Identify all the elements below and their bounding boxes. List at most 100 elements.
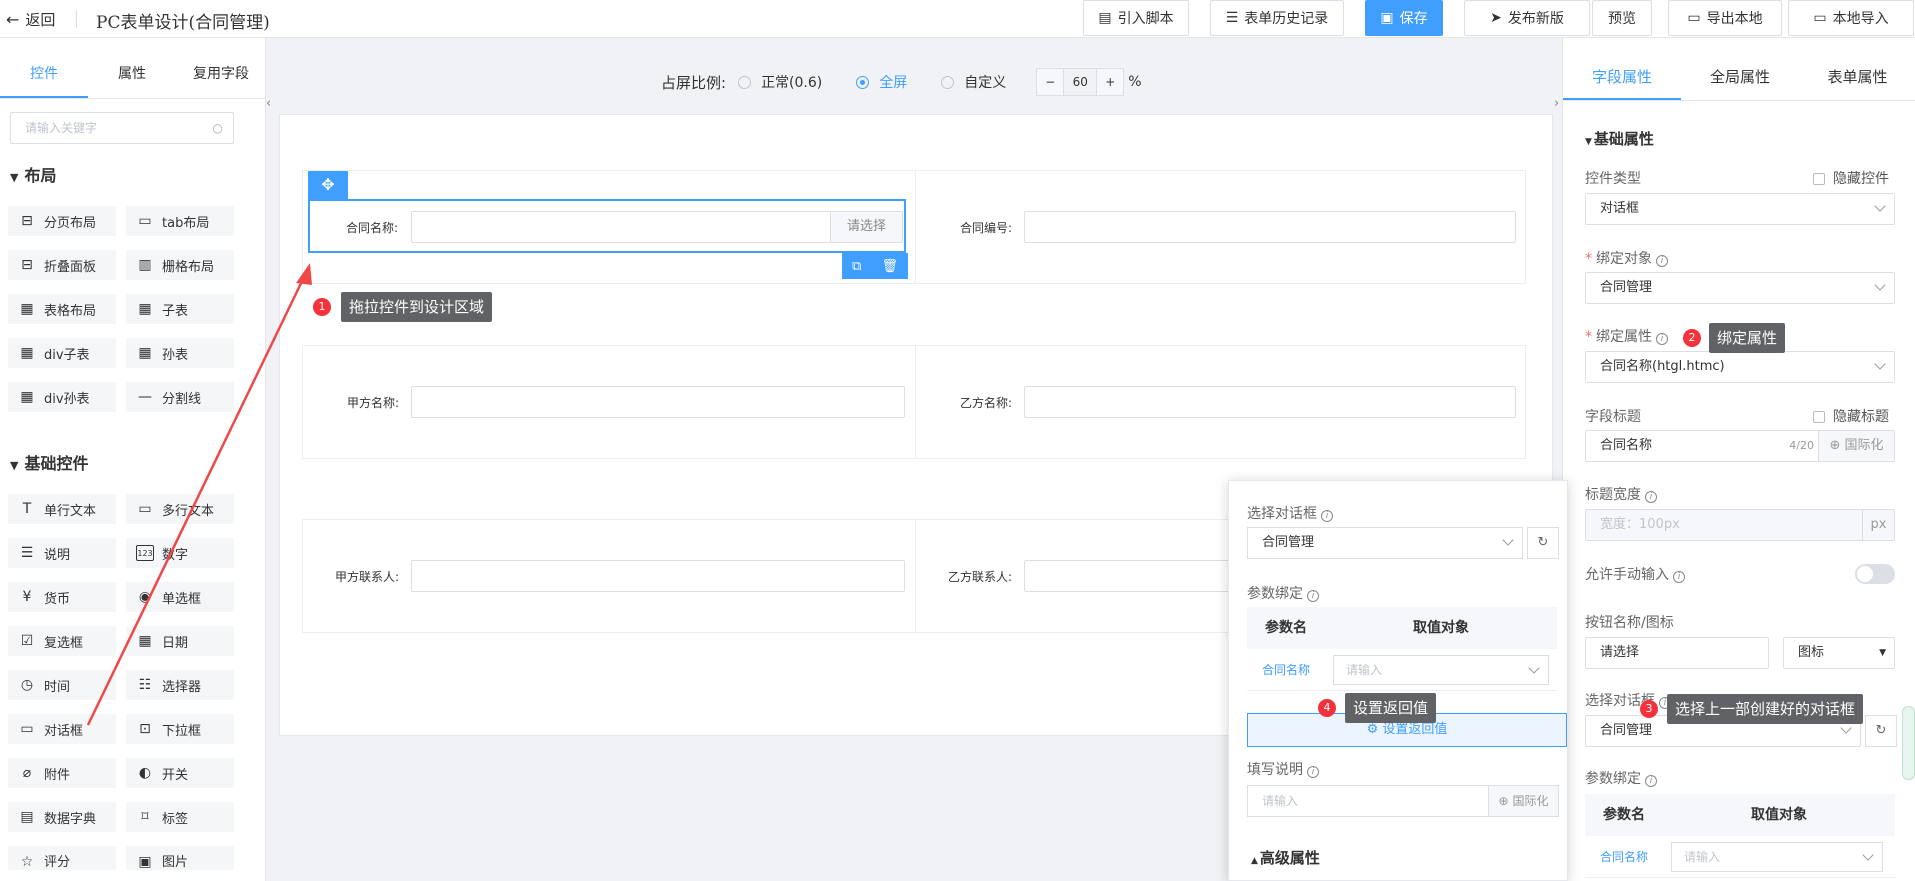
width-input[interactable]: 宽度：100px px (1585, 509, 1895, 541)
comp-tab-layout[interactable]: ▭ tab布局 (126, 206, 234, 236)
title-input[interactable]: 合同名称 4/20 ⊕ 国际化 (1585, 430, 1895, 462)
toggle-knob (1857, 566, 1873, 582)
gear-icon: ⚙ (1366, 722, 1379, 737)
dlg-label: 选择对话框 i (1585, 690, 1671, 710)
ratio-fullscreen[interactable]: 全屏 (856, 72, 907, 92)
bind-attr-select[interactable]: 合同名称(htgl.htmc) (1585, 351, 1895, 383)
popup-desc-input[interactable]: 请输入 ⊕ 国际化 (1247, 785, 1559, 817)
preview-button[interactable]: 预览 (1592, 0, 1652, 36)
popup-advanced[interactable]: ▲ 高级属性 (1251, 847, 1320, 868)
comp-page-layout[interactable]: ⊟ 分页布局 (8, 206, 116, 236)
party-b-name-input[interactable] (1024, 386, 1516, 418)
folder-tab-icon: ▭ (138, 213, 152, 229)
tooltip-drag: 拖拉控件到设计区域 (341, 292, 493, 322)
info-icon: i (1307, 766, 1319, 778)
trash-icon[interactable]: 🗑 (881, 259, 898, 274)
chevron-down-icon (1862, 849, 1874, 861)
publish-button[interactable]: ➤ 发布新版 (1464, 0, 1590, 36)
info-icon: i (1656, 255, 1668, 267)
scrollbar-thumb[interactable] (1902, 706, 1915, 780)
caret-up-icon: ▲ (1251, 856, 1258, 866)
param-row: 合同名称 请输入 (1585, 836, 1895, 878)
refresh-icon: ↻ (1875, 723, 1887, 738)
comp-tag[interactable]: ⌑ 标签 (126, 802, 234, 832)
comp-data-dict[interactable]: ▤ 数据字典 (8, 802, 116, 832)
save-button[interactable]: ▣ 保存 (1365, 0, 1443, 36)
param-value-select[interactable]: 请输入 (1671, 842, 1883, 872)
chevron-down-icon (1840, 722, 1852, 734)
type-select[interactable]: 对话框 (1585, 193, 1895, 225)
tab-field-props[interactable]: 字段属性 (1563, 54, 1681, 100)
tab-global-props[interactable]: 全局属性 (1681, 54, 1799, 100)
divider (76, 10, 77, 28)
manual-toggle[interactable] (1855, 564, 1895, 584)
tab-form-props[interactable]: 表单属性 (1799, 54, 1915, 100)
popup-dialog-select[interactable]: 合同管理 (1247, 527, 1523, 559)
btn-name-input[interactable]: 请选择 (1585, 637, 1769, 669)
zoom-value[interactable]: 60 (1063, 69, 1098, 95)
chevron-down-icon (1874, 279, 1886, 291)
form-row: ✥ 合同名称: 请选择 ⧉ 🗑 合同编号: (302, 170, 1526, 284)
export-button[interactable]: ▭ 导出本地 (1668, 0, 1782, 36)
i18n-button[interactable]: ⊕ 国际化 (1818, 431, 1894, 461)
contract-number-input[interactable] (1024, 211, 1516, 243)
zoom-minus-button[interactable]: − (1037, 69, 1064, 95)
icon-select[interactable]: 图标 ▼ (1783, 637, 1895, 669)
document-icon: ☰ (20, 545, 34, 561)
copy-icon[interactable]: ⧉ (852, 259, 861, 274)
dialog-settings-popup: 选择对话框 i 合同管理 ↻ 参数绑定 i 参数名 取值对象 合同名称 请输入 ⚙ … (1228, 480, 1568, 881)
comp-image[interactable]: ▣ 图片 (126, 846, 234, 870)
back-button[interactable]: ← 返回 (6, 9, 55, 30)
popup-i18n-button[interactable]: ⊕ 国际化 (1488, 786, 1558, 816)
party-a-name-input[interactable] (411, 386, 905, 418)
contract-name-input[interactable]: 请选择 (411, 211, 903, 243)
right-panel: 字段属性 全局属性 表单属性 ▼ 基础属性 控件类型 隐藏控件 对话框 * 绑定对象… (1562, 38, 1915, 881)
zoom-plus-button[interactable]: + (1097, 69, 1124, 95)
tab-controls[interactable]: 控件 (0, 50, 88, 98)
select-button[interactable]: 请选择 (830, 212, 902, 242)
title-label: 字段标题 (1585, 409, 1641, 425)
table-icon: ▦ (20, 389, 34, 405)
comp-switch[interactable]: ◐ 开关 (126, 758, 234, 788)
tab-properties[interactable]: 属性 (88, 50, 176, 98)
text-icon: T (22, 501, 32, 517)
popup-refresh-button[interactable]: ↻ (1527, 527, 1559, 559)
section-layout[interactable]: ▼ 布局 (10, 162, 56, 186)
hide-ctrl-checkbox[interactable]: 隐藏控件 (1813, 168, 1889, 188)
zoom-unit: % (1128, 74, 1142, 90)
party-a-contact-input[interactable] (411, 560, 905, 592)
script-icon: ▤ (1098, 10, 1112, 26)
search-input[interactable]: 请输入关键字 ○ (10, 112, 234, 144)
section-basic-controls[interactable]: ▼ 基础控件 (10, 450, 88, 474)
clock-icon: ◷ (20, 677, 34, 693)
comp-rating[interactable]: ☆ 评分 (8, 846, 116, 870)
bookmark-icon: ⌑ (141, 809, 149, 825)
ratio-custom[interactable]: 自定义 (941, 72, 1006, 92)
yen-icon: ¥ (22, 589, 32, 605)
form-history-button[interactable]: ☰ 表单历史记录 (1210, 0, 1344, 36)
info-icon: i (1645, 491, 1657, 503)
tab-reuse-fields[interactable]: 复用字段 (176, 50, 265, 98)
zoom-stepper[interactable]: − 60 + (1036, 68, 1125, 96)
field-actions: ⧉ 🗑 (842, 253, 908, 279)
page-title: PC表单设计(合同管理) (96, 13, 270, 33)
comp-attachment[interactable]: ⌀ 附件 (8, 758, 116, 788)
chevron-down-icon (1502, 534, 1514, 546)
section-basic[interactable]: ▼ 基础属性 (1585, 128, 1654, 149)
bind-obj-select[interactable]: 合同管理 (1585, 272, 1895, 304)
popup-param-value[interactable]: 请输入 (1333, 655, 1549, 685)
import-script-button[interactable]: ▤ 引入脚本 (1083, 0, 1189, 36)
tooltip-set-return: 设置返回值 (1345, 693, 1437, 723)
checkbox-icon (1813, 173, 1825, 185)
refresh-button[interactable]: ↻ (1865, 715, 1897, 747)
move-handle[interactable]: ✥ (308, 171, 348, 199)
import-button[interactable]: ▭ 本地导入 (1788, 0, 1914, 36)
hide-title-checkbox[interactable]: 隐藏标题 (1813, 406, 1889, 426)
bind-attr-label: * 绑定属性 i (1585, 326, 1668, 346)
collapse-right-icon[interactable]: › (1554, 96, 1559, 111)
tooltip-select-dialog: 选择上一部创建好的对话框 (1667, 694, 1864, 724)
ratio-normal[interactable]: 正常(0.6) (738, 72, 822, 92)
collapse-icon: ⊟ (21, 257, 33, 273)
search-icon: ○ (212, 121, 223, 135)
collapse-left-icon[interactable]: ‹ (266, 96, 271, 111)
